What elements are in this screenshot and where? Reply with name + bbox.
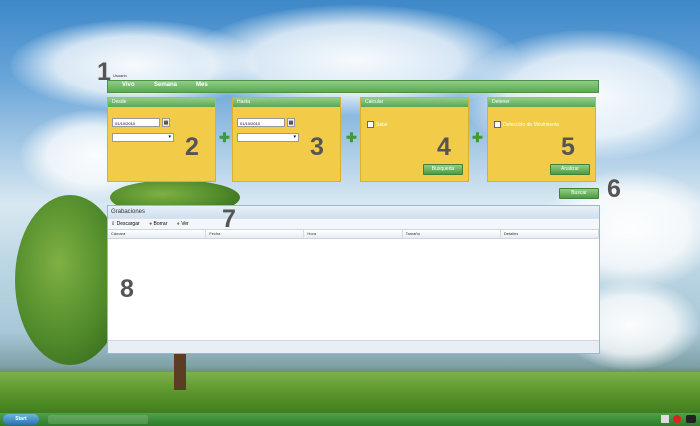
user-label: Usuario bbox=[113, 73, 127, 78]
time-select-hasta[interactable]: ▾ bbox=[237, 133, 299, 142]
menu-item-mes[interactable]: Mes bbox=[196, 82, 208, 88]
marker-8: 8 bbox=[120, 275, 134, 303]
grid-title: Grabaciones bbox=[108, 206, 599, 218]
delete-button[interactable]: ● Borrar bbox=[149, 221, 167, 227]
analizar-button[interactable]: Analizar bbox=[550, 164, 590, 175]
marker-6: 6 bbox=[607, 175, 621, 203]
panel-header: Detener bbox=[488, 98, 595, 107]
column-header[interactable]: Hora bbox=[304, 230, 403, 238]
marker-7: 7 bbox=[222, 205, 236, 233]
taskbar-window-button[interactable] bbox=[48, 415, 148, 424]
column-header[interactable]: Cámara bbox=[108, 230, 207, 238]
menu-item-vivo[interactable]: Vivo bbox=[122, 82, 135, 88]
time-select-desde[interactable]: ▾ bbox=[112, 133, 174, 142]
date-input-desde[interactable]: 01/10/2010 bbox=[112, 118, 160, 127]
network-icon[interactable] bbox=[660, 415, 669, 423]
panel-desde: Desde 01/10/2010 ▦ ▾ bbox=[107, 97, 216, 182]
marker-4: 4 bbox=[437, 133, 451, 161]
panel-detener: Detener Detección de Movimiento Analizar bbox=[487, 97, 596, 182]
sabe-checkbox[interactable]: Sabe bbox=[367, 121, 388, 128]
busqueda-button[interactable]: Busqueda bbox=[423, 164, 463, 175]
buscar-button[interactable]: Buscar bbox=[559, 188, 599, 199]
marker-1: 1 bbox=[97, 58, 111, 86]
column-header[interactable]: Detalles bbox=[501, 230, 600, 238]
download-button[interactable]: ⇩ Descargar bbox=[111, 221, 140, 227]
panel-hasta: Hasta 01/10/2010 ▦ ▾ bbox=[232, 97, 341, 182]
panel-calcular: Calcular Sabe Busqueda bbox=[360, 97, 469, 182]
grid-header-row: Cámara Fecha Hora Tamaño Detalles bbox=[108, 229, 600, 239]
grass-field bbox=[0, 372, 700, 416]
calendar-icon[interactable]: ▦ bbox=[287, 118, 295, 127]
chevron-down-icon: ▾ bbox=[168, 134, 171, 140]
grid-toolbar: ⇩ Descargar ● Borrar ● Ver bbox=[108, 218, 599, 229]
plus-icon: ✚ bbox=[219, 130, 230, 145]
top-menubar: Vivo Semana Mes bbox=[107, 80, 599, 93]
marker-2: 2 bbox=[185, 133, 199, 161]
date-input-hasta[interactable]: 01/10/2010 bbox=[237, 118, 285, 127]
column-header[interactable]: Tamaño bbox=[403, 230, 501, 238]
panel-header: Hasta bbox=[233, 98, 340, 107]
column-header[interactable]: Fecha bbox=[206, 230, 305, 238]
view-button[interactable]: ● Ver bbox=[177, 221, 189, 227]
plus-icon: ✚ bbox=[346, 130, 357, 145]
taskbar: Start bbox=[0, 413, 700, 426]
start-button[interactable]: Start bbox=[3, 414, 39, 425]
panel-header: Desde bbox=[108, 98, 215, 107]
recordings-grid: Grabaciones ⇩ Descargar ● Borrar ● Ver C… bbox=[107, 205, 600, 354]
marker-3: 3 bbox=[310, 133, 324, 161]
volume-icon[interactable] bbox=[686, 415, 696, 423]
motion-detection-checkbox[interactable]: Detección de Movimiento bbox=[494, 121, 559, 128]
panel-header: Calcular bbox=[361, 98, 468, 107]
plus-icon: ✚ bbox=[472, 130, 483, 145]
marker-5: 5 bbox=[561, 133, 575, 161]
system-tray bbox=[660, 415, 696, 424]
grid-footer bbox=[108, 340, 599, 353]
menu-item-semana[interactable]: Semana bbox=[154, 82, 177, 88]
chevron-down-icon: ▾ bbox=[293, 134, 296, 140]
alert-icon[interactable] bbox=[673, 415, 682, 423]
calendar-icon[interactable]: ▦ bbox=[162, 118, 170, 127]
